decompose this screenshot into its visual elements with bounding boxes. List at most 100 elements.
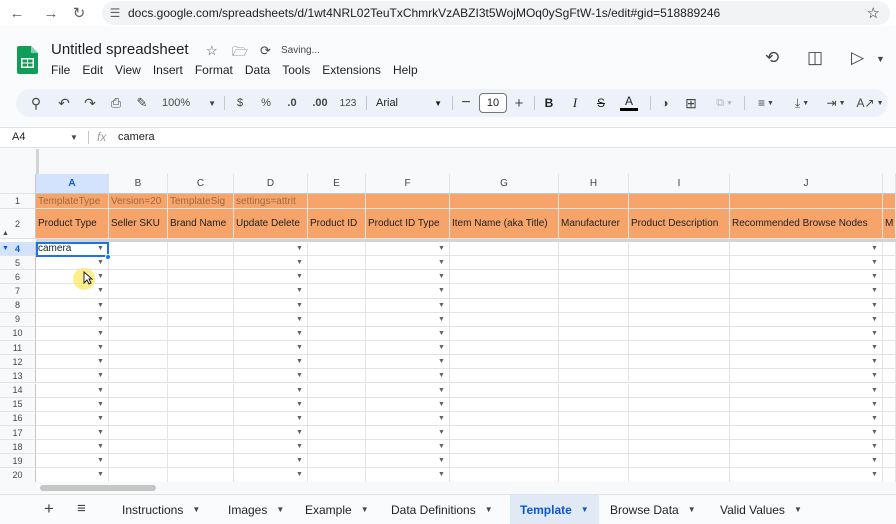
dropdown-chevron-icon[interactable]: ▼	[97, 330, 104, 337]
menu-edit[interactable]: Edit	[82, 63, 103, 77]
cell-g20[interactable]	[450, 468, 559, 483]
search-menus-icon[interactable]: ⚲	[26, 89, 46, 117]
row-header-14[interactable]: 14	[0, 383, 36, 398]
dropdown-chevron-icon[interactable]: ▼	[97, 457, 104, 464]
row-header-15[interactable]: 15	[0, 397, 36, 412]
paint-format-icon[interactable]: ✎	[132, 89, 152, 117]
cell-j8[interactable]	[730, 298, 883, 313]
scrollbar-thumb[interactable]	[40, 485, 156, 491]
dropdown-chevron-icon[interactable]: ▼	[438, 471, 445, 478]
sheet-grid[interactable]: A B C D E F G H I J 1 TemplateType Versi…	[0, 174, 896, 486]
cell-g11[interactable]	[450, 341, 559, 356]
dropdown-chevron-icon[interactable]: ▼	[438, 287, 445, 294]
cell-b19[interactable]	[109, 454, 168, 469]
column-header-a[interactable]: A	[36, 174, 109, 194]
cell-e10[interactable]	[308, 326, 366, 342]
dropdown-chevron-icon[interactable]: ▼	[871, 471, 878, 478]
dropdown-chevron-icon[interactable]: ▼	[97, 372, 104, 379]
cell-e18[interactable]	[308, 440, 366, 455]
cell-i16[interactable]	[629, 411, 730, 426]
cell-j2[interactable]: Recommended Browse Nodes	[730, 209, 883, 239]
cell-k1[interactable]	[883, 194, 896, 209]
column-header-e[interactable]: E	[308, 174, 366, 194]
cell-g19[interactable]	[450, 454, 559, 469]
row-header-6[interactable]: 6	[0, 270, 36, 285]
dropdown-chevron-icon[interactable]: ▼	[97, 471, 104, 478]
dropdown-chevron-icon[interactable]: ▼	[438, 259, 445, 266]
cell-h15[interactable]	[559, 397, 629, 412]
cell-h9[interactable]	[559, 312, 629, 327]
cell-i6[interactable]	[629, 270, 730, 285]
cell-i11[interactable]	[629, 341, 730, 356]
cell-h7[interactable]	[559, 284, 629, 299]
cell-e16[interactable]	[308, 411, 366, 426]
dropdown-chevron-icon[interactable]: ▼	[97, 302, 104, 309]
cell-e4[interactable]	[308, 242, 366, 257]
dropdown-chevron-icon[interactable]: ▼	[871, 259, 878, 266]
cell-g7[interactable]	[450, 284, 559, 299]
meet-icon[interactable]: ▷	[851, 48, 864, 68]
dropdown-chevron-icon[interactable]: ▼	[871, 372, 878, 379]
cell-g9[interactable]	[450, 312, 559, 327]
dropdown-chevron-icon[interactable]: ▼	[871, 443, 878, 450]
dropdown-chevron-icon[interactable]: ▼	[296, 316, 303, 323]
cell-e11[interactable]	[308, 341, 366, 356]
dropdown-chevron-icon[interactable]: ▼	[296, 259, 303, 266]
column-header-i[interactable]: I	[629, 174, 730, 194]
add-sheet-button[interactable]: +	[44, 499, 54, 519]
cell-e7[interactable]	[308, 284, 366, 299]
row-header-7[interactable]: 7	[0, 284, 36, 299]
cell-b15[interactable]	[109, 397, 168, 412]
cell-b1[interactable]: Version=20	[109, 194, 168, 209]
dropdown-chevron-icon[interactable]: ▼	[97, 443, 104, 450]
cell-k2[interactable]: M	[883, 209, 896, 239]
cell-d2[interactable]: Update Delete	[234, 209, 308, 239]
dropdown-chevron-icon[interactable]: ▼	[296, 429, 303, 436]
dropdown-chevron-icon[interactable]: ▼	[97, 401, 104, 408]
cell-e12[interactable]	[308, 355, 366, 370]
cell-c12[interactable]	[168, 355, 234, 370]
column-header-next[interactable]	[883, 174, 896, 194]
cell-b17[interactable]	[109, 425, 168, 441]
cell-h13[interactable]	[559, 369, 629, 384]
cell-g18[interactable]	[450, 440, 559, 455]
currency-format-button[interactable]: $	[232, 89, 248, 117]
cell-j15[interactable]	[730, 397, 883, 412]
dropdown-chevron-icon[interactable]: ▼	[97, 259, 104, 266]
row-header-20[interactable]: 20	[0, 468, 36, 483]
cell-c4[interactable]	[168, 242, 234, 257]
sheet-tab-instructions[interactable]: Instructions ▼	[112, 495, 210, 524]
dropdown-chevron-icon[interactable]: ▼	[97, 316, 104, 323]
freeze-handle-vertical[interactable]	[36, 149, 39, 174]
cell-j11[interactable]	[730, 341, 883, 356]
text-rotation-icon[interactable]: A↗ ▼	[856, 89, 884, 117]
redo-icon[interactable]: ↷	[80, 89, 100, 117]
dropdown-chevron-icon[interactable]: ▼	[97, 287, 104, 294]
cell-h6[interactable]	[559, 270, 629, 285]
cell-g8[interactable]	[450, 298, 559, 313]
cell-b8[interactable]	[109, 298, 168, 313]
cell-c18[interactable]	[168, 440, 234, 455]
cell-j6[interactable]	[730, 270, 883, 285]
dropdown-chevron-icon[interactable]: ▼	[438, 401, 445, 408]
address-bar[interactable]: ☰ docs.google.com/spreadsheets/d/1wt4NRL…	[102, 1, 890, 25]
dropdown-chevron-icon[interactable]: ▼	[871, 302, 878, 309]
cell-c15[interactable]	[168, 397, 234, 412]
all-sheets-menu-icon[interactable]: ≡	[77, 500, 86, 517]
cell-h1[interactable]	[559, 194, 629, 209]
sheet-tab-example[interactable]: Example ▼	[295, 495, 379, 524]
cell-k18[interactable]	[883, 440, 896, 455]
cell-h4[interactable]	[559, 242, 629, 257]
cell-e19[interactable]	[308, 454, 366, 469]
menu-insert[interactable]: Insert	[153, 63, 183, 77]
cell-k9[interactable]	[883, 312, 896, 327]
dropdown-chevron-icon[interactable]: ▼	[871, 273, 878, 280]
cell-d1[interactable]: settings=attrit	[234, 194, 308, 209]
cell-j1[interactable]	[730, 194, 883, 209]
cloud-sync-icon[interactable]: ⟳	[260, 43, 271, 59]
cell-b16[interactable]	[109, 411, 168, 426]
bold-button[interactable]: B	[541, 89, 557, 117]
cell-c7[interactable]	[168, 284, 234, 299]
cell-i10[interactable]	[629, 326, 730, 342]
cell-c2[interactable]: Brand Name	[168, 209, 234, 239]
